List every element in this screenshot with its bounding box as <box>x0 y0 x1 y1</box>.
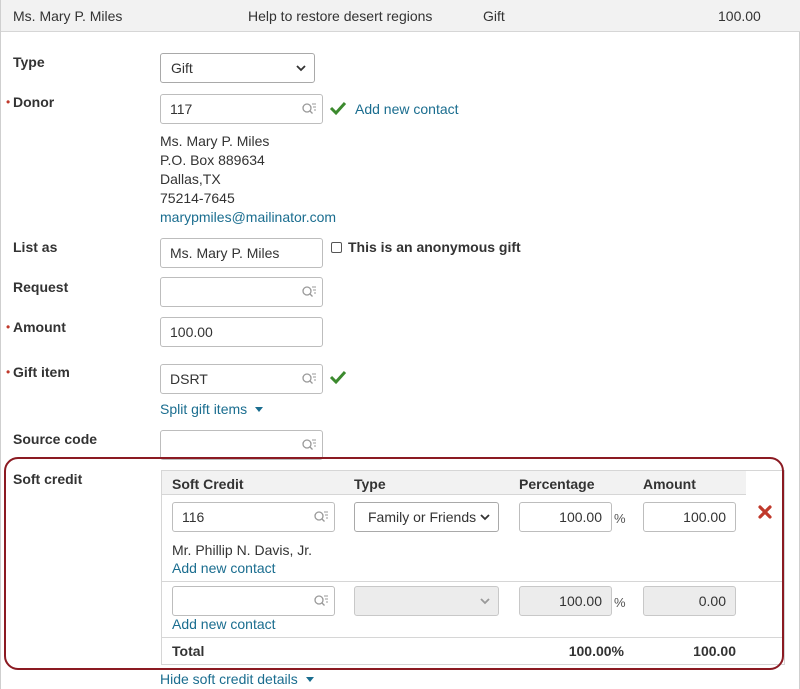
lookup-search-icon[interactable] <box>301 437 317 453</box>
donor-address-zip: 75214-7645 <box>160 190 235 206</box>
donor-label: Donor <box>13 94 55 110</box>
gift-item-label: Gift item <box>13 364 70 380</box>
required-marker: • <box>6 320 11 334</box>
split-gift-items-link[interactable]: Split gift items <box>160 401 264 417</box>
source-code-label: Source code <box>13 431 98 447</box>
lookup-search-icon[interactable] <box>301 101 317 117</box>
list-as-label: List as <box>13 239 58 255</box>
donor-lookup-input[interactable]: 117 <box>160 94 323 124</box>
anonymous-gift-label: This is an anonymous gift <box>348 239 521 255</box>
chevron-down-icon <box>296 65 306 72</box>
anonymous-gift-checkbox[interactable] <box>331 242 342 253</box>
donor-address-city: Dallas,TX <box>160 171 221 187</box>
lookup-search-icon[interactable] <box>301 371 317 387</box>
request-label: Request <box>13 279 69 295</box>
donor-email-link[interactable]: marypmiles@mailinator.com <box>160 209 336 225</box>
donor-address-street: P.O. Box 889634 <box>160 152 265 168</box>
summary-type: Gift <box>483 8 505 24</box>
gift-form-frame: Ms. Mary P. Miles Help to restore desert… <box>0 0 800 689</box>
required-marker: • <box>6 365 11 379</box>
source-code-lookup-input[interactable] <box>160 430 323 460</box>
gift-item-lookup-input[interactable]: DSRT <box>160 364 323 394</box>
amount-label: Amount <box>13 319 66 335</box>
type-select[interactable]: Gift <box>160 53 315 83</box>
check-icon <box>329 101 347 116</box>
donor-address-name: Ms. Mary P. Miles <box>160 133 270 149</box>
hide-soft-credit-details-label: Hide soft credit details <box>160 671 298 687</box>
amount-value: 100.00 <box>170 324 213 340</box>
request-lookup-input[interactable] <box>160 277 323 307</box>
list-as-input[interactable]: Ms. Mary P. Miles <box>160 238 323 268</box>
caret-down-icon <box>255 407 264 413</box>
required-marker: • <box>6 95 11 109</box>
summary-description: Help to restore desert regions <box>248 8 433 24</box>
hide-soft-credit-details-link[interactable]: Hide soft credit details <box>160 671 314 687</box>
donor-lookup-value: 117 <box>170 101 193 117</box>
summary-donor: Ms. Mary P. Miles <box>13 8 123 24</box>
donor-add-new-contact-link[interactable]: Add new contact <box>355 101 459 117</box>
type-select-value: Gift <box>171 60 193 76</box>
split-gift-items-label: Split gift items <box>160 401 248 417</box>
gift-summary-row[interactable]: Ms. Mary P. Miles Help to restore desert… <box>1 0 800 32</box>
amount-input[interactable]: 100.00 <box>160 317 323 347</box>
list-as-value: Ms. Mary P. Miles <box>170 245 280 261</box>
gift-item-value: DSRT <box>170 371 208 387</box>
type-label: Type <box>13 54 45 70</box>
check-icon <box>329 370 347 385</box>
soft-credit-highlight <box>4 457 784 670</box>
summary-amount: 100.00 <box>718 8 761 24</box>
lookup-search-icon[interactable] <box>301 284 317 300</box>
caret-down-icon <box>305 677 314 683</box>
